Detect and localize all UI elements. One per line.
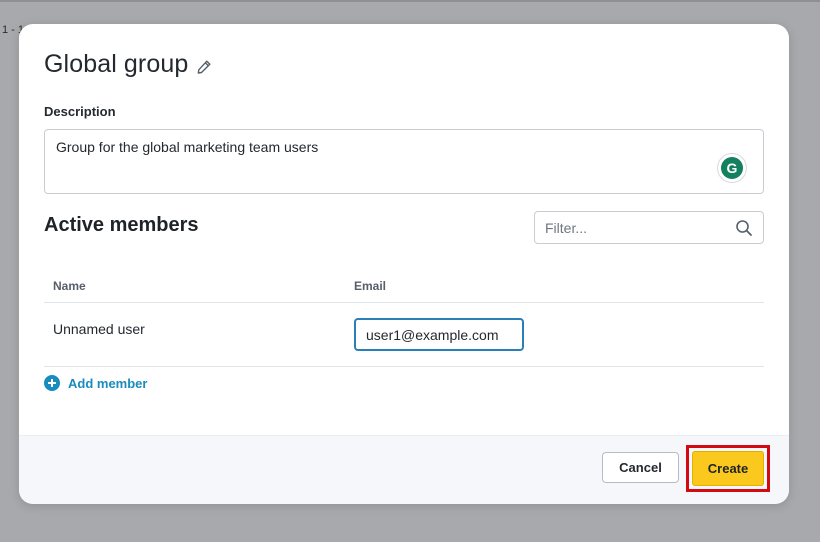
members-table: Name Email Unnamed user [44,270,764,367]
create-button[interactable]: Create [692,451,764,486]
description-textarea[interactable]: Group for the global marketing team user… [44,129,764,194]
table-row: Unnamed user [44,303,764,367]
member-email-cell [344,318,764,351]
dialog-header: Global group [44,50,212,79]
column-header-email: Email [354,279,387,293]
filter-field[interactable] [534,211,764,244]
add-member-label: Add member [68,375,148,391]
create-button-highlight: Create [686,445,770,492]
member-email-input[interactable] [354,318,524,351]
active-members-title: Active members [44,214,199,236]
filter-input[interactable] [545,219,735,236]
table-header: Name Email [44,270,764,303]
backdrop-bar [0,0,820,2]
search-icon[interactable] [735,219,753,237]
grammarly-icon[interactable]: G [717,153,747,183]
grammarly-letter: G [721,157,743,179]
add-member-button[interactable]: Add member [44,375,147,391]
dialog-title: Global group [44,50,189,78]
cancel-button[interactable]: Cancel [602,452,679,483]
column-header-name: Name [53,279,86,293]
dialog-footer: Cancel Create [19,435,789,504]
group-dialog: Global group Description Group for the g… [19,24,789,504]
pencil-icon[interactable] [196,59,212,75]
member-name: Unnamed user [53,320,145,337]
plus-circle-icon [44,375,60,391]
description-text: Group for the global marketing team user… [56,139,319,155]
description-label: Description [44,104,116,119]
